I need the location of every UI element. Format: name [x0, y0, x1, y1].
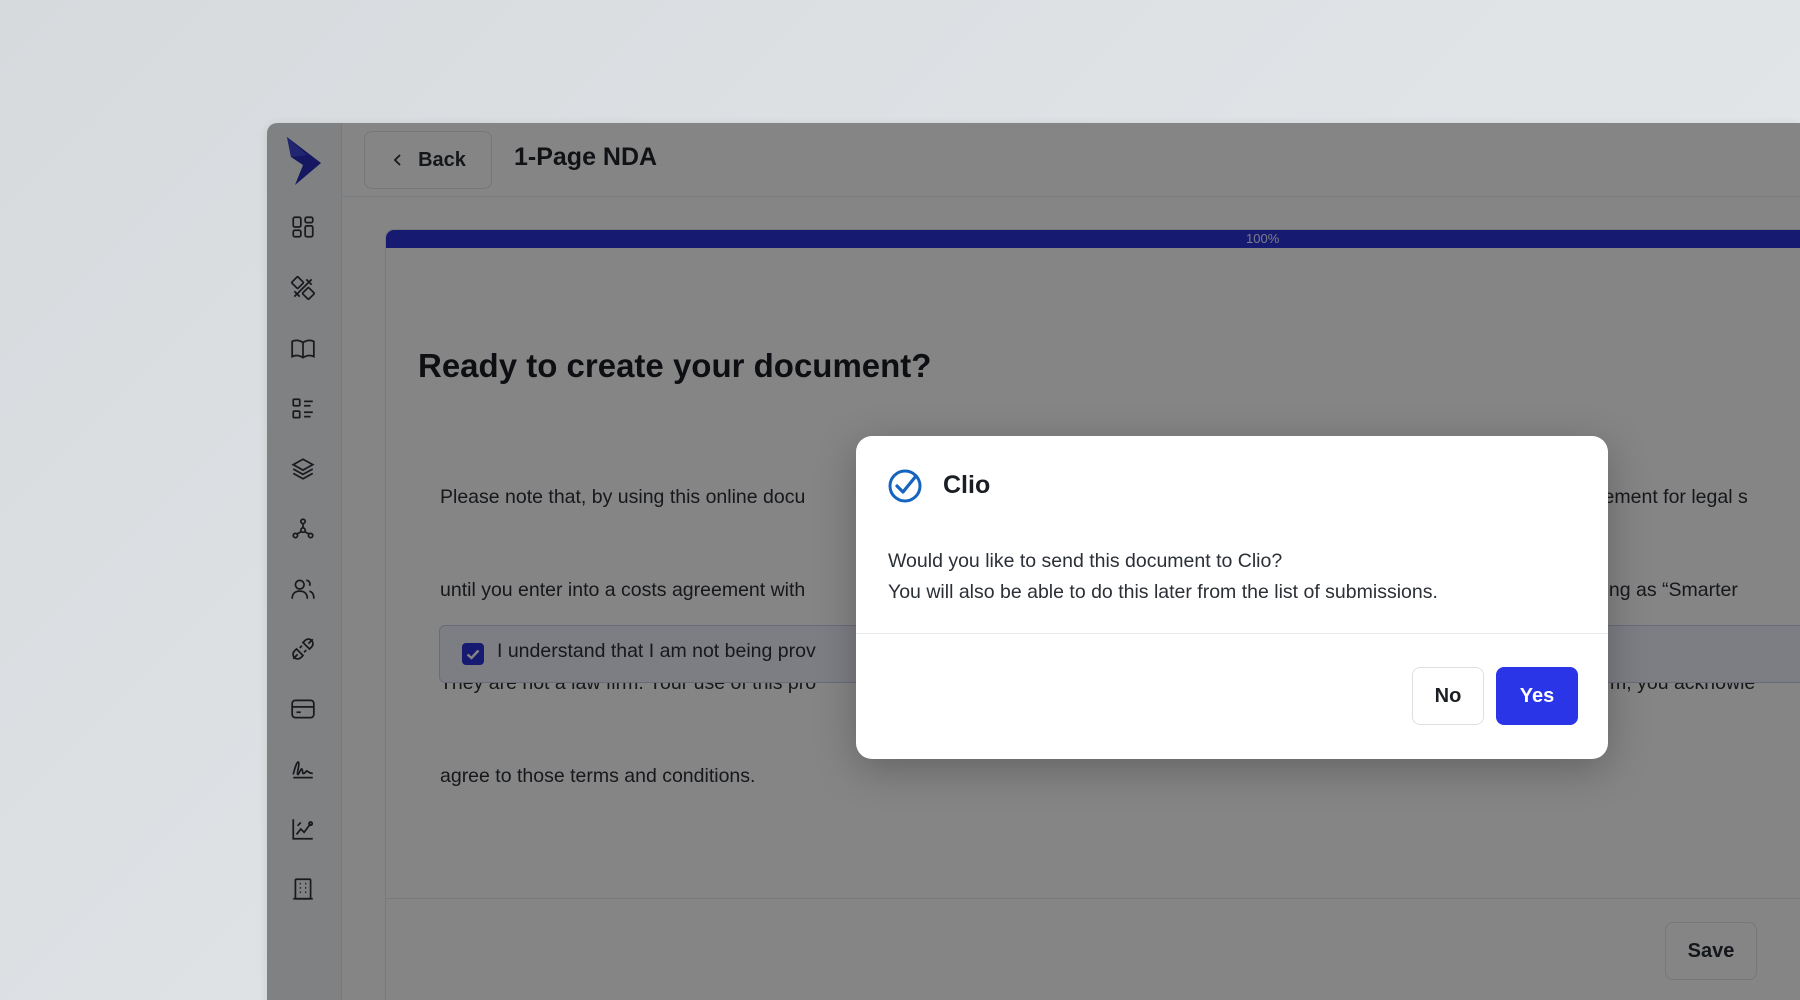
yes-button[interactable]: Yes — [1496, 667, 1578, 725]
dialog-message: Would you like to send this document to … — [888, 550, 1283, 572]
dialog-divider — [856, 633, 1608, 634]
clio-dialog: Clio Would you like to send this documen… — [856, 436, 1608, 759]
dialog-title: Clio — [943, 471, 991, 499]
dialog-message: You will also be able to do this later f… — [888, 581, 1438, 603]
clio-check-icon — [888, 469, 922, 503]
no-button[interactable]: No — [1412, 667, 1484, 725]
